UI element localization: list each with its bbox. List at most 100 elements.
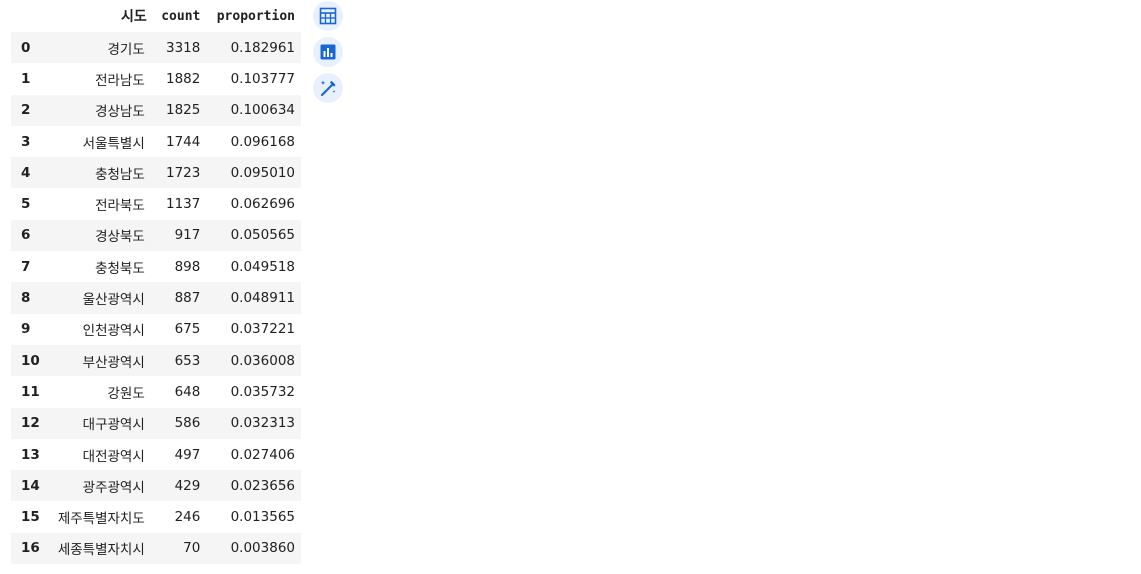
cell-proportion: 0.003860: [230, 540, 295, 557]
cell-sido: 대전광역시: [82, 448, 145, 465]
row-index: 7: [21, 258, 31, 275]
cell-count: 586: [174, 415, 201, 432]
cell-count: 497: [174, 446, 201, 463]
cell-sido: 충청남도: [95, 166, 145, 183]
table-row: 13 대전광역시 497 0.027406: [11, 438, 301, 471]
cell-count: 70: [183, 540, 201, 557]
output-toolbar: [313, 1, 345, 109]
cell-proportion: 0.103777: [230, 70, 295, 87]
cell-sido: 광주광역시: [82, 479, 145, 496]
cell-count: 3318: [166, 39, 201, 56]
table-row: 8 울산광역시 887 0.048911: [11, 282, 301, 314]
cell-sido: 울산광역시: [82, 292, 145, 309]
convert-to-interactive-table-button[interactable]: [313, 1, 343, 31]
magic-wand-icon: [320, 80, 336, 96]
cell-count: 675: [174, 321, 201, 338]
cell-sido: 부산광역시: [82, 354, 145, 371]
row-index: 4: [21, 164, 31, 181]
row-index: 15: [21, 509, 40, 526]
cell-count: 1723: [166, 164, 201, 181]
row-index: 13: [21, 446, 40, 463]
cell-sido: 세종특별자치시: [57, 542, 145, 559]
table-row: 14 광주광역시 429 0.023656: [11, 470, 301, 502]
cell-sido: 전라북도: [95, 198, 145, 215]
cell-count: 1137: [166, 196, 201, 213]
row-index: 16: [21, 540, 40, 557]
cell-proportion: 0.013565: [230, 509, 295, 526]
table-row: 1 전라남도 1882 0.103777: [11, 63, 301, 95]
table-icon: [319, 7, 337, 25]
dataframe-output: 시도 count proportion 0 경기도 3318 0.182961 1 전라남…: [11, 0, 311, 565]
generate-code-button[interactable]: [313, 73, 343, 103]
index-header: [11, 0, 47, 32]
cell-count: 1744: [166, 133, 201, 150]
cell-proportion: 0.100634: [230, 102, 295, 119]
row-index: 0: [21, 39, 31, 56]
table-row: 5 전라북도 1137 0.062696: [11, 188, 301, 220]
table-row: 4 충청남도 1723 0.095010: [11, 157, 301, 189]
dataframe-table: 시도 count proportion 0 경기도 3318 0.182961 1 전라남…: [11, 0, 301, 565]
cell-count: 653: [174, 352, 201, 369]
table-row: 11 강원도 648 0.035732: [11, 376, 301, 408]
row-index: 8: [21, 290, 31, 307]
cell-proportion: 0.036008: [230, 352, 295, 369]
table-row: 9 인천광역시 675 0.037221: [11, 313, 301, 345]
table-body: 0 경기도 3318 0.182961 1 전라남도 1882 0.103777 2 경상남도 18…: [11, 32, 301, 565]
table-row: 3 서울특별시 1744 0.096168: [11, 125, 301, 158]
cell-sido: 서울특별시: [82, 135, 145, 152]
row-index: 2: [21, 102, 31, 119]
cell-count: 648: [174, 383, 201, 400]
row-index: 5: [21, 196, 31, 213]
cell-count: 429: [174, 477, 201, 494]
cell-proportion: 0.182961: [230, 39, 295, 56]
suggest-charts-button[interactable]: [313, 37, 343, 67]
cell-sido: 경상남도: [95, 104, 145, 121]
table-row: 10 부산광역시 653 0.036008: [11, 344, 301, 377]
cell-count: 1825: [166, 102, 201, 119]
table-header-row: 시도 count proportion: [11, 0, 301, 32]
table-row: 0 경기도 3318 0.182961: [11, 32, 301, 64]
table-row: 15 제주특별자치도 246 0.013565: [11, 501, 301, 533]
cell-sido: 전라남도: [95, 72, 145, 89]
cell-count: 246: [174, 509, 201, 526]
row-index: 3: [21, 133, 31, 150]
cell-sido: 강원도: [107, 385, 145, 402]
table-row: 2 경상남도 1825 0.100634: [11, 94, 301, 126]
column-header-proportion: proportion: [216, 8, 295, 24]
cell-proportion: 0.095010: [230, 164, 295, 181]
row-index: 11: [21, 383, 40, 400]
cell-sido: 경기도: [107, 41, 145, 58]
cell-count: 887: [174, 290, 201, 307]
cell-proportion: 0.027406: [230, 446, 295, 463]
cell-proportion: 0.023656: [230, 477, 295, 494]
table-row: 7 충청북도 898 0.049518: [11, 251, 301, 283]
cell-proportion: 0.037221: [230, 321, 295, 338]
table-row: 12 대구광역시 586 0.032313: [11, 407, 301, 439]
cell-count: 898: [174, 258, 201, 275]
row-index: 12: [21, 415, 40, 432]
cell-sido: 경상북도: [95, 229, 145, 246]
cell-proportion: 0.049518: [230, 258, 295, 275]
cell-count: 917: [174, 227, 201, 244]
column-header-sido: 시도: [121, 9, 147, 25]
cell-proportion: 0.050565: [230, 227, 295, 244]
cell-proportion: 0.096168: [230, 133, 295, 150]
row-index: 1: [21, 70, 31, 87]
bar-chart-icon: [320, 44, 336, 60]
cell-sido: 제주특별자치도: [57, 511, 145, 528]
cell-proportion: 0.035732: [230, 383, 295, 400]
table-row: 6 경상북도 917 0.050565: [11, 219, 301, 252]
row-index: 9: [21, 321, 31, 338]
row-index: 14: [21, 477, 40, 494]
cell-count: 1882: [166, 70, 201, 87]
row-index: 6: [21, 227, 31, 244]
cell-sido: 충청북도: [95, 260, 145, 277]
cell-proportion: 0.062696: [230, 196, 295, 213]
cell-sido: 인천광역시: [82, 323, 145, 340]
cell-proportion: 0.048911: [230, 290, 295, 307]
column-header-count: count: [161, 8, 201, 24]
cell-sido: 대구광역시: [82, 417, 145, 434]
cell-proportion: 0.032313: [230, 415, 295, 432]
table-row: 16 세종특별자치시 70 0.003860: [11, 532, 301, 565]
row-index: 10: [21, 352, 40, 369]
